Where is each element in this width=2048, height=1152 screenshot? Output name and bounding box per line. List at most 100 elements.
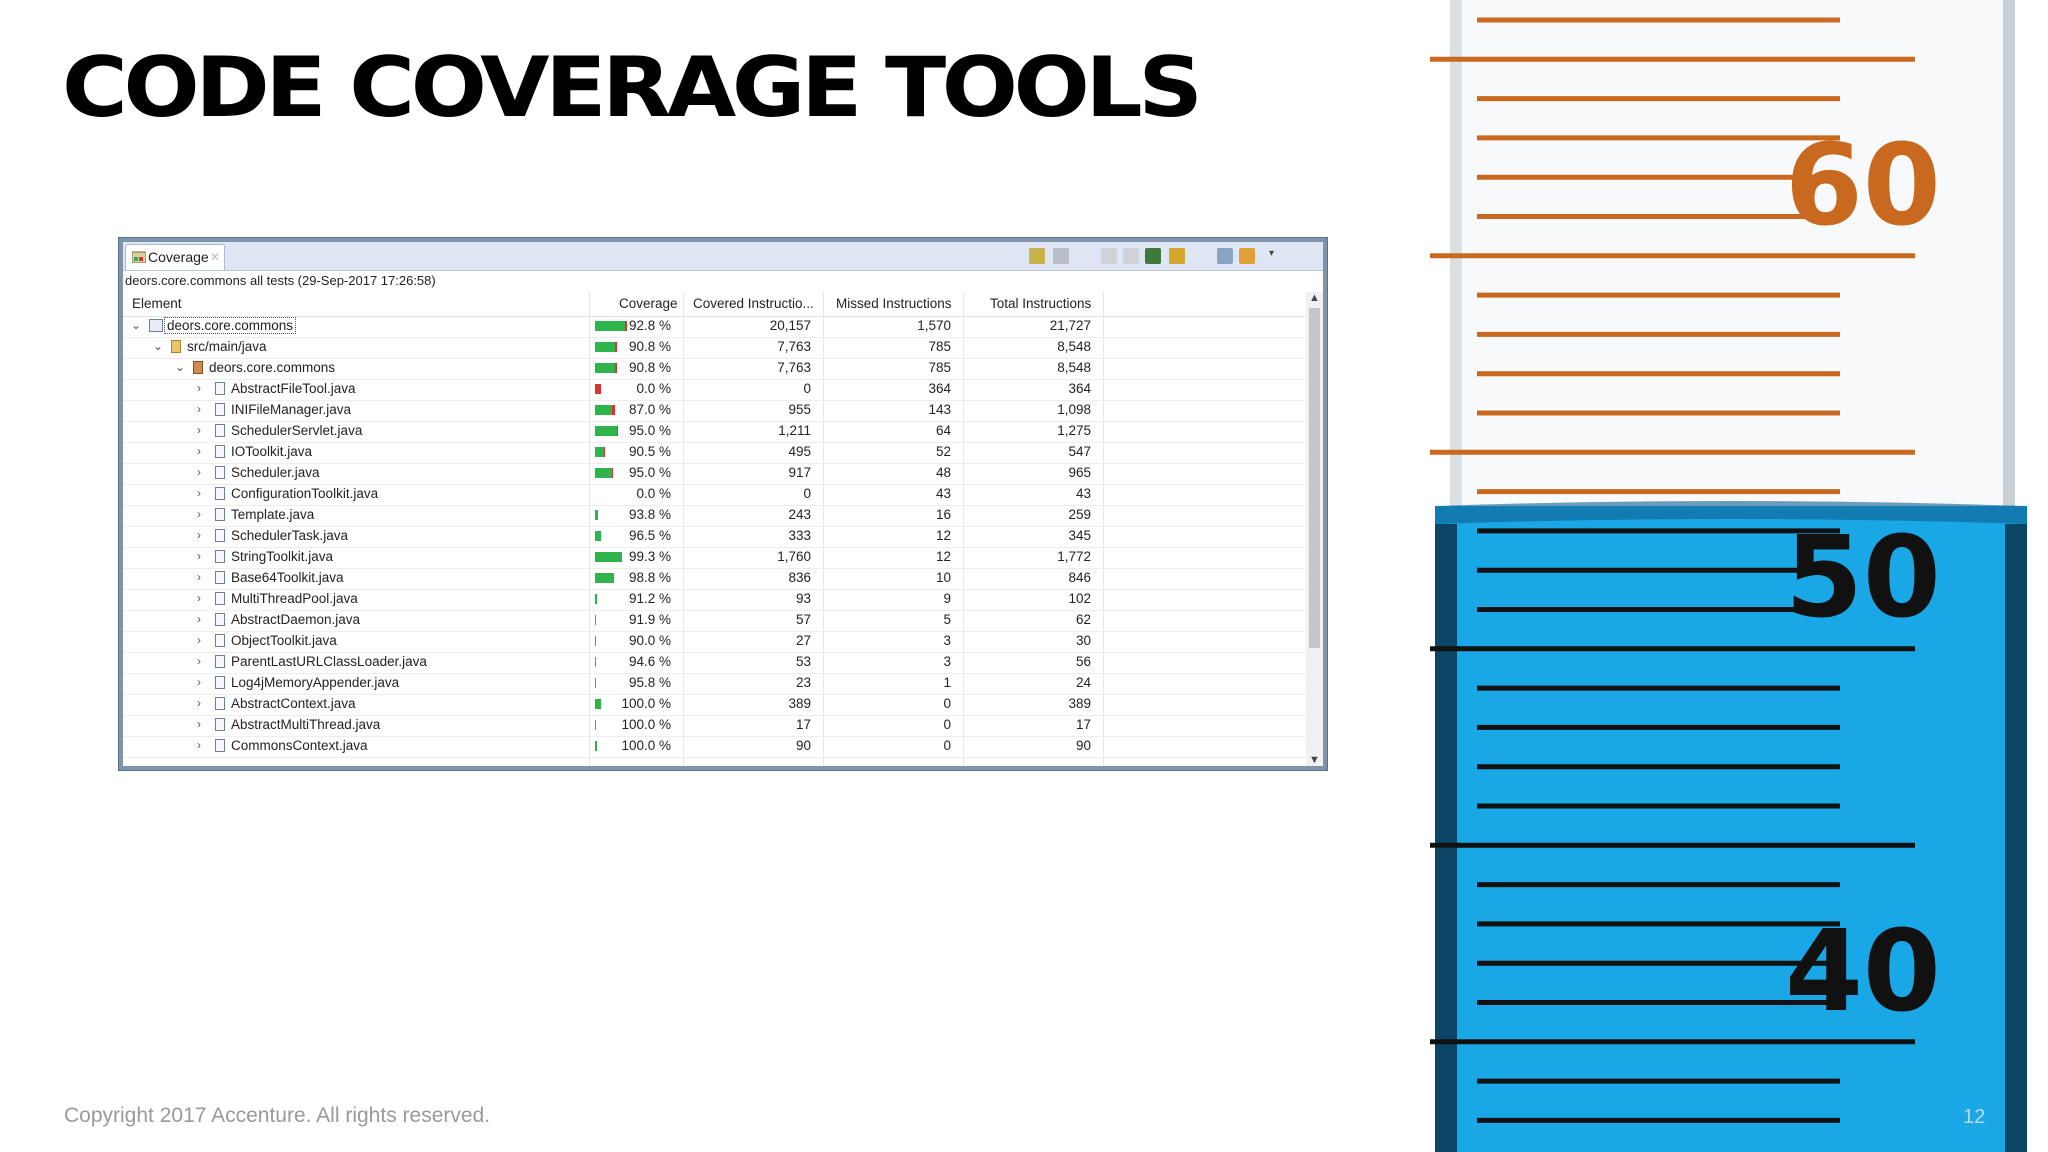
table-row[interactable]: ⌄ deors.core.commons 90.8 % 7,763 785 8,548 bbox=[123, 358, 1306, 380]
table-row[interactable]: › INIFileManager.java 87.0 % 955 143 1,098 bbox=[123, 400, 1306, 422]
expand-chevron-icon[interactable]: › bbox=[197, 465, 201, 479]
file-icon bbox=[215, 403, 225, 416]
scale-label-50: 50 bbox=[1785, 513, 1941, 643]
table-row[interactable]: › MultiThreadPool.java 91.2 % 93 9 102 bbox=[123, 589, 1306, 611]
table-row[interactable]: › SchedulerServlet.java 95.0 % 1,211 64 1,275 bbox=[123, 421, 1306, 443]
table-row[interactable]: › AbstractFileTool.java 0.0 % 0 364 364 bbox=[123, 379, 1306, 401]
select-counter-icon[interactable] bbox=[1169, 248, 1185, 264]
coverage-value: 91.9 % bbox=[628, 612, 671, 627]
expand-chevron-icon[interactable]: › bbox=[197, 696, 201, 710]
covered-value: 20,157 bbox=[769, 318, 811, 333]
missed-value: 5 bbox=[943, 612, 951, 627]
expand-chevron-icon[interactable]: › bbox=[197, 633, 201, 647]
coverage-table: Element Coverage Covered Instructio... M… bbox=[123, 292, 1306, 766]
total-value: 24 bbox=[1075, 675, 1091, 690]
element-name: deors.core.commons bbox=[163, 317, 297, 334]
table-row[interactable]: › Template.java 93.8 % 243 16 259 bbox=[123, 505, 1306, 527]
scrollbar-thumb[interactable] bbox=[1309, 308, 1320, 648]
coverage-bar bbox=[595, 426, 618, 436]
covered-value: 243 bbox=[788, 507, 811, 522]
missed-value: 48 bbox=[935, 465, 951, 480]
table-row[interactable]: › Log4jMemoryAppender.java 95.8 % 23 1 24 bbox=[123, 673, 1306, 695]
covered-value: 53 bbox=[795, 654, 811, 669]
total-value: 8,548 bbox=[1057, 360, 1091, 375]
table-row[interactable]: › ConfigurationToolkit.java 0.0 % 0 43 43 bbox=[123, 484, 1306, 506]
table-row[interactable]: › IOToolkit.java 90.5 % 495 52 547 bbox=[123, 442, 1306, 464]
tab-coverage[interactable]: Coverage ✕ bbox=[125, 244, 225, 270]
table-row[interactable]: › StringToolkit.java 99.3 % 1,760 12 1,772 bbox=[123, 547, 1306, 569]
file-icon bbox=[215, 655, 225, 668]
expand-chevron-icon[interactable]: › bbox=[197, 591, 201, 605]
expand-chevron-icon[interactable]: › bbox=[197, 381, 201, 395]
table-row[interactable]: › Base64Toolkit.java 98.8 % 836 10 846 bbox=[123, 568, 1306, 590]
element-name: AbstractDaemon.java bbox=[231, 612, 361, 627]
link-with-editor-icon[interactable] bbox=[1239, 248, 1255, 264]
remove-all-sessions-icon[interactable] bbox=[1123, 248, 1139, 264]
expand-chevron-icon[interactable]: › bbox=[197, 486, 201, 500]
coverage-bar bbox=[595, 741, 597, 751]
expand-chevron-icon[interactable]: › bbox=[197, 612, 201, 626]
show-counter-icon[interactable] bbox=[1145, 248, 1161, 264]
expand-chevron-icon[interactable]: › bbox=[197, 570, 201, 584]
expand-chevron-icon[interactable]: › bbox=[197, 444, 201, 458]
scroll-down-icon[interactable]: ▼ bbox=[1309, 754, 1320, 766]
expand-chevron-icon[interactable]: › bbox=[197, 654, 201, 668]
table-row[interactable]: › ObjectToolkit.java 90.0 % 27 3 30 bbox=[123, 631, 1306, 653]
view-menu-icon[interactable]: ▾ bbox=[1269, 248, 1279, 264]
table-row[interactable]: › AbstractDaemon.java 91.9 % 57 5 62 bbox=[123, 610, 1306, 632]
total-value: 43 bbox=[1075, 486, 1091, 501]
table-row[interactable]: › SchedulerTask.java 96.5 % 333 12 345 bbox=[123, 526, 1306, 548]
expand-chevron-icon[interactable]: › bbox=[197, 549, 201, 563]
table-row[interactable]: › Scheduler.java 95.0 % 917 48 965 bbox=[123, 463, 1306, 485]
missed-value: 1 bbox=[943, 675, 951, 690]
close-icon[interactable]: ✕ bbox=[210, 245, 220, 269]
expand-chevron-icon[interactable]: › bbox=[197, 507, 201, 521]
coverage-bar bbox=[595, 531, 601, 541]
expand-chevron-icon[interactable]: › bbox=[197, 675, 201, 689]
coverage-bar bbox=[595, 573, 614, 583]
table-row[interactable]: › AbstractMultiThread.java 100.0 % 17 0 17 bbox=[123, 715, 1306, 737]
column-header-coverage[interactable]: Coverage bbox=[619, 296, 678, 311]
coverage-value: 98.8 % bbox=[628, 570, 671, 585]
missed-value: 12 bbox=[935, 549, 951, 564]
covered-value: 495 bbox=[788, 444, 811, 459]
element-name: AbstractMultiThread.java bbox=[231, 717, 381, 732]
column-header-covered[interactable]: Covered Instructio... bbox=[693, 296, 814, 311]
collapse-all-icon[interactable] bbox=[1217, 248, 1233, 264]
project-icon bbox=[149, 319, 163, 332]
collapse-chevron-icon[interactable]: ⌄ bbox=[131, 318, 141, 332]
missed-value: 143 bbox=[928, 402, 951, 417]
coverage-bar bbox=[595, 510, 598, 520]
coverage-bar bbox=[595, 447, 605, 457]
expand-chevron-icon[interactable]: › bbox=[197, 423, 201, 437]
column-header-element[interactable]: Element bbox=[132, 296, 182, 311]
table-row[interactable]: › ParentLastURLClassLoader.java 94.6 % 53 3 5… bbox=[123, 652, 1306, 674]
file-icon bbox=[215, 697, 225, 710]
missed-value: 0 bbox=[943, 696, 951, 711]
table-row[interactable]: ⌄ deors.core.commons 92.8 % 20,157 1,570 21,7… bbox=[123, 316, 1306, 338]
expand-chevron-icon[interactable]: › bbox=[197, 738, 201, 752]
file-icon bbox=[215, 571, 225, 584]
total-value: 17 bbox=[1075, 717, 1091, 732]
relaunch-icon[interactable] bbox=[1029, 248, 1045, 264]
table-row[interactable]: ⌄ src/main/java 90.8 % 7,763 785 8,548 bbox=[123, 337, 1306, 359]
vertical-scrollbar[interactable]: ▲ ▼ bbox=[1306, 292, 1323, 766]
column-header-total[interactable]: Total Instructions bbox=[990, 296, 1091, 311]
column-header-missed[interactable]: Missed Instructions bbox=[836, 296, 952, 311]
merge-sessions-icon[interactable] bbox=[1053, 248, 1069, 264]
element-name: Scheduler.java bbox=[231, 465, 320, 480]
file-icon bbox=[215, 592, 225, 605]
expand-chevron-icon[interactable]: › bbox=[197, 402, 201, 416]
expand-chevron-icon[interactable]: › bbox=[197, 528, 201, 542]
coverage-value: 95.0 % bbox=[628, 423, 671, 438]
collapse-chevron-icon[interactable]: ⌄ bbox=[175, 360, 185, 374]
element-name: ObjectToolkit.java bbox=[231, 633, 337, 648]
scroll-up-icon[interactable]: ▲ bbox=[1309, 292, 1320, 304]
collapse-chevron-icon[interactable]: ⌄ bbox=[153, 339, 163, 353]
table-row[interactable]: › AbstractContext.java 100.0 % 389 0 389 bbox=[123, 694, 1306, 716]
remove-session-icon[interactable] bbox=[1101, 248, 1117, 264]
coverage-value: 93.8 % bbox=[628, 507, 671, 522]
expand-chevron-icon[interactable]: › bbox=[197, 717, 201, 731]
table-row[interactable]: › CommonsContext.java 100.0 % 90 0 90 bbox=[123, 736, 1306, 758]
coverage-bar bbox=[595, 405, 615, 415]
